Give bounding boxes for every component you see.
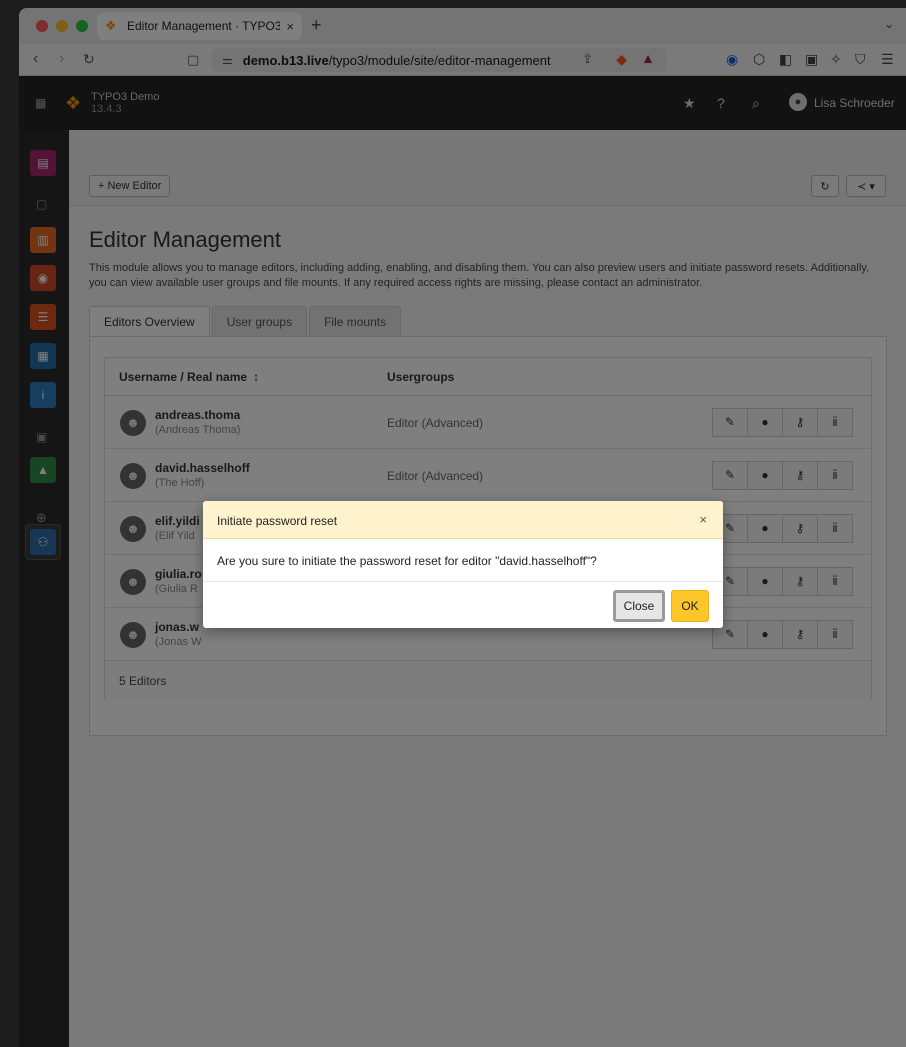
modal-message: Are you sure to initiate the password re…	[203, 539, 723, 582]
close-button[interactable]: Close	[613, 590, 665, 622]
modal-title: Initiate password reset	[217, 514, 338, 528]
modal-close-icon[interactable]: ×	[699, 512, 707, 527]
modal-header: Initiate password reset ×	[203, 501, 723, 539]
password-reset-modal: Initiate password reset × Are you sure t…	[203, 501, 723, 628]
ok-button[interactable]: OK	[671, 590, 709, 622]
modal-footer: Close OK	[203, 582, 723, 628]
